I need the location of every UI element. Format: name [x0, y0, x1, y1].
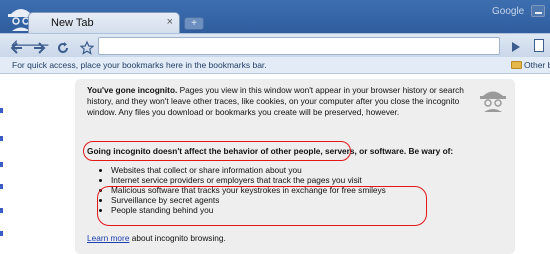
list-item: Internet service providers or employers …	[111, 175, 481, 185]
forward-icon[interactable]	[32, 39, 46, 57]
highlight-oval	[97, 186, 427, 226]
learn-more-line: Learn more about incognito browsing.	[87, 233, 226, 244]
address-bar[interactable]	[98, 37, 500, 55]
incognito-heading: You've gone incognito.	[87, 85, 178, 95]
toolbar: 🡐	[0, 33, 550, 57]
close-icon[interactable]: ×	[167, 16, 173, 28]
bookmarks-hint: For quick access, place your bookmarks h…	[12, 60, 267, 70]
edge-link-fragment	[0, 136, 3, 141]
incognito-intro: You've gone incognito. Pages you view in…	[87, 85, 467, 118]
go-icon[interactable]	[512, 42, 520, 52]
incognito-panel: You've gone incognito. Pages you view in…	[75, 79, 515, 254]
other-bookmarks[interactable]: Other b	[524, 60, 550, 70]
edge-link-fragment	[0, 162, 3, 167]
new-tab-button[interactable]: +	[184, 17, 204, 30]
page-menu-icon[interactable]	[534, 39, 544, 52]
edge-link-fragment	[0, 208, 3, 213]
title-bar: New Tab × + Google	[0, 0, 550, 33]
reload-icon[interactable]	[56, 39, 70, 57]
bookmark-star-icon[interactable]	[80, 39, 94, 57]
highlight-oval	[83, 141, 351, 161]
edge-link-fragment	[0, 108, 3, 113]
edge-link-fragment	[0, 231, 3, 236]
list-item: Websites that collect or share informati…	[111, 165, 481, 175]
edge-link-fragment	[0, 184, 3, 189]
bookmarks-bar: For quick access, place your bookmarks h…	[0, 57, 550, 74]
tab-title: New Tab	[51, 17, 94, 29]
minimize-button[interactable]	[531, 5, 545, 17]
incognito-spy-icon	[480, 91, 506, 112]
left-edge	[0, 74, 7, 254]
google-brand: Google	[492, 6, 525, 17]
folder-icon	[511, 61, 522, 69]
back-arrow-icon[interactable]	[10, 39, 24, 57]
tab-new-tab[interactable]: New Tab ×	[28, 12, 180, 33]
learn-more-link[interactable]: Learn more	[87, 233, 129, 243]
learn-more-rest: about incognito browsing.	[129, 233, 226, 243]
